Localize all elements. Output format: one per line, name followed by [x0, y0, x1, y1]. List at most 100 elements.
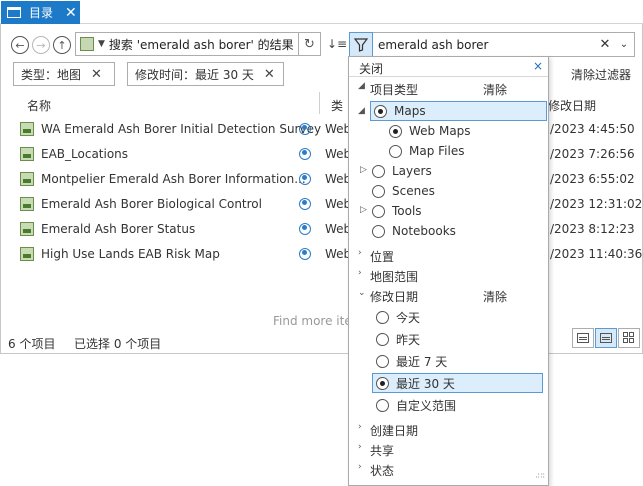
tiles-view-button[interactable] — [618, 328, 640, 348]
radio-custom-range[interactable] — [376, 398, 389, 412]
sort-button[interactable]: ↓≡ — [326, 33, 348, 55]
globe-icon — [299, 148, 311, 160]
search-field[interactable]: emerald ash borer ✕ ⌄ — [373, 32, 635, 57]
close-icon[interactable]: × — [533, 59, 543, 73]
item-date: /2023 11:40:36 — [550, 247, 643, 261]
section-label: 修改日期 — [370, 290, 419, 304]
option-last-30-days[interactable]: 最近 30 天 — [372, 373, 543, 393]
chevron-right-icon[interactable]: ▷ — [360, 165, 367, 175]
item-name: EAB_Locations — [41, 147, 129, 161]
web-map-icon — [20, 247, 34, 261]
item-name: High Use Lands EAB Risk Map — [41, 247, 220, 261]
radio-last-30-days[interactable] — [376, 376, 389, 390]
column-header-date[interactable]: 修改日期 — [548, 97, 596, 114]
section-label: 状态 — [370, 464, 395, 478]
close-link[interactable]: 关闭 — [359, 60, 383, 77]
refresh-icon: ↻ — [304, 36, 315, 52]
item-name: Emerald Ash Borer Biological Control — [41, 197, 262, 211]
radio-maps[interactable] — [374, 104, 387, 118]
sort-icon: ↓≡ — [326, 37, 348, 51]
remove-filter-icon[interactable]: ✕ — [91, 67, 102, 82]
arrow-right-icon: → — [36, 38, 46, 52]
details-view-button[interactable] — [572, 328, 594, 348]
clear-item-type-link[interactable]: 清除 — [483, 81, 507, 98]
chevron-down-icon: ◢ — [358, 81, 365, 91]
back-button[interactable]: ← — [11, 36, 29, 54]
option-last-7-days[interactable]: 最近 7 天 — [376, 351, 447, 371]
clear-search-icon[interactable]: ✕ — [596, 37, 614, 52]
chevron-right-icon: › — [358, 462, 362, 472]
refresh-button[interactable]: ↻ — [298, 33, 320, 55]
radio-yesterday[interactable] — [376, 332, 389, 346]
section-sharing[interactable]: › 共享 — [349, 439, 548, 459]
search-input[interactable]: emerald ash borer — [378, 38, 596, 52]
chevron-right-icon: › — [358, 442, 362, 452]
filter-chip-modified: 修改时间：最近 30 天 ✕ — [127, 62, 284, 86]
selected-count: 已选择 0 个项目 — [74, 337, 162, 351]
option-notebooks[interactable]: Notebooks — [372, 221, 456, 241]
option-maps[interactable]: ◢ Maps — [358, 101, 547, 121]
globe-icon — [299, 123, 311, 135]
radio-today[interactable] — [376, 310, 389, 324]
map-icon — [80, 37, 94, 51]
option-layers[interactable]: ▷ Layers — [360, 161, 432, 181]
option-web-maps[interactable]: Web Maps — [389, 121, 471, 141]
item-name: WA Emerald Ash Borer Initial Detection S… — [41, 122, 322, 136]
column-header-name[interactable]: 名称 — [27, 97, 51, 114]
chevron-down-icon[interactable]: ▼ — [98, 39, 105, 49]
radio-last-7-days[interactable] — [376, 354, 389, 368]
option-map-files[interactable]: Map Files — [389, 141, 464, 161]
list-view-icon — [600, 333, 612, 343]
details-view-icon — [577, 333, 589, 343]
web-map-icon — [20, 122, 34, 136]
location-bar[interactable]: ▼ 搜索 'emerald ash borer' 的结果 ↻ — [75, 32, 321, 56]
web-map-icon — [20, 222, 34, 236]
tab-catalog[interactable]: 目录 ✕ — [1, 1, 80, 24]
clear-modified-link[interactable]: 清除 — [483, 288, 507, 305]
remove-filter-icon[interactable]: ✕ — [264, 67, 275, 82]
clear-filters-link[interactable]: 清除过滤器 — [571, 66, 631, 83]
chevron-down-icon[interactable]: ⌄ — [614, 39, 634, 50]
option-yesterday[interactable]: 昨天 — [376, 329, 420, 349]
option-label: 自定义范围 — [396, 398, 457, 413]
column-header-type[interactable]: 类 — [331, 97, 343, 114]
arrow-up-icon: ↑ — [57, 38, 67, 52]
option-label: Tools — [392, 204, 422, 218]
chevron-down-icon: ⌄ — [358, 288, 366, 298]
window-icon — [7, 7, 21, 18]
radio-tools[interactable] — [372, 204, 385, 218]
item-name: Emerald Ash Borer Status — [41, 222, 196, 236]
forward-button[interactable]: → — [32, 36, 50, 54]
column-divider[interactable] — [319, 92, 320, 114]
list-view-button[interactable] — [595, 328, 617, 348]
item-date: /2023 8:12:23 — [550, 222, 635, 236]
section-modified-date[interactable]: ⌄ 修改日期 清除 — [349, 285, 548, 305]
item-name: Montpelier Emerald Ash Borer Information… — [41, 172, 306, 186]
radio-web-maps[interactable] — [389, 124, 402, 138]
radio-map-files[interactable] — [389, 144, 402, 158]
radio-notebooks[interactable] — [372, 224, 385, 238]
close-icon[interactable]: ✕ — [65, 6, 77, 20]
option-tools[interactable]: ▷ Tools — [360, 201, 422, 221]
filter-button[interactable] — [349, 32, 373, 57]
up-button[interactable]: ↑ — [53, 36, 71, 54]
option-today[interactable]: 今天 — [376, 307, 420, 327]
chip-label: 修改时间：最近 30 天 — [135, 67, 254, 82]
resize-grip-icon[interactable]: ⠠⠤ ⠤⠤ — [535, 470, 545, 482]
chevron-right-icon[interactable]: ▷ — [360, 205, 367, 215]
chevron-right-icon: › — [358, 248, 362, 258]
item-date: /2023 6:55:02 — [550, 172, 635, 186]
section-created-date[interactable]: › 创建日期 — [349, 419, 548, 439]
tab-bar: 目录 ✕ — [0, 0, 643, 24]
radio-layers[interactable] — [372, 164, 385, 178]
section-item-type[interactable]: ◢ 项目类型 清除 — [349, 78, 548, 98]
option-custom-range[interactable]: 自定义范围 — [376, 395, 456, 415]
section-status[interactable]: › 状态 — [349, 459, 548, 479]
option-scenes[interactable]: Scenes — [372, 181, 435, 201]
chevron-down-icon[interactable]: ◢ — [358, 106, 365, 116]
section-location[interactable]: › 位置 — [349, 245, 548, 265]
arrow-left-icon: ← — [15, 38, 25, 52]
web-map-icon — [20, 147, 34, 161]
radio-scenes[interactable] — [372, 184, 385, 198]
section-map-extent[interactable]: › 地图范围 — [349, 265, 548, 285]
